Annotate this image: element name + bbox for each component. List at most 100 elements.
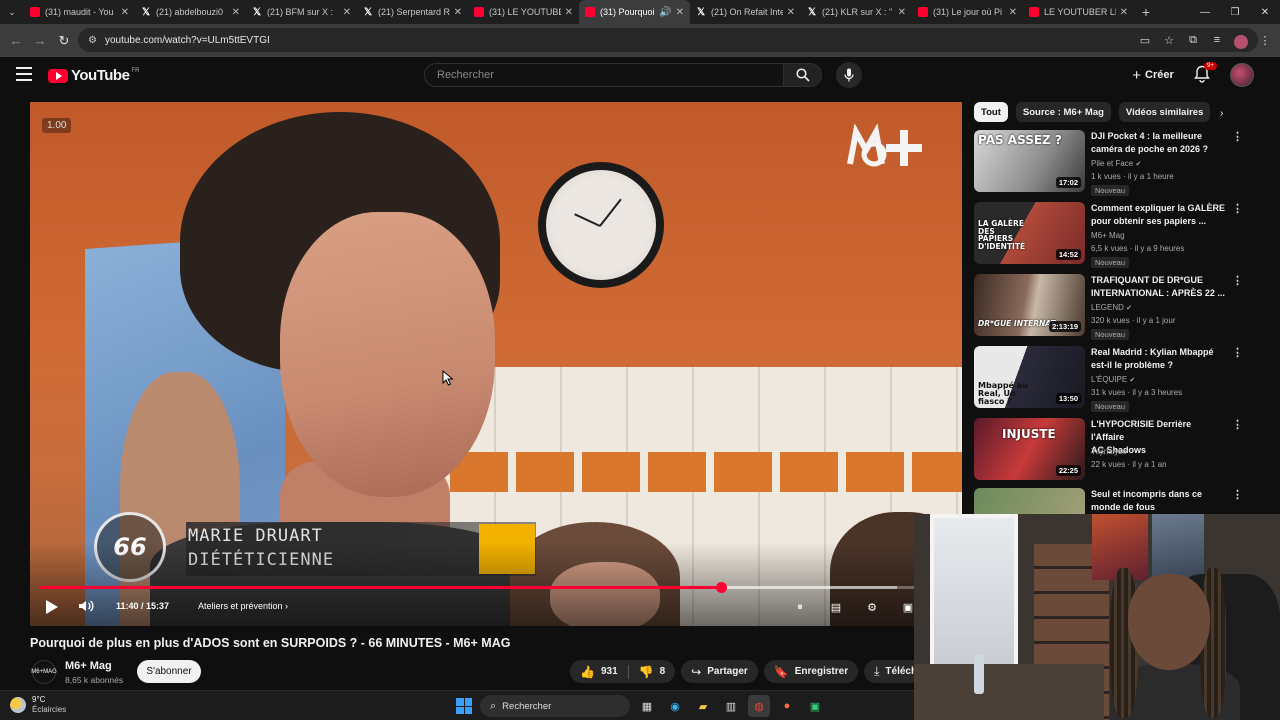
url-field[interactable]: ⚙ youtube.com/watch?v=ULm5ttEVTGI — [78, 28, 1258, 52]
like-button[interactable]: 👍 931 — [570, 660, 628, 683]
tab-close-icon[interactable]: ✕ — [787, 7, 795, 18]
reload-icon[interactable]: ↻ — [52, 33, 76, 49]
video-thumbnail[interactable]: Mbappé au Real, Un fiasco ? 13:50 — [974, 346, 1085, 408]
progress-bar[interactable] — [40, 582, 952, 593]
subtitles-icon[interactable]: ▤ — [826, 598, 846, 616]
more-options-icon[interactable]: ⋮ — [1232, 488, 1243, 501]
recommendation-item[interactable]: INJUSTE 22:25 L'HYPOCRISIE Derrière l'Af… — [974, 418, 1244, 482]
save-button[interactable]: 🔖 Enregistrer — [763, 660, 859, 683]
recommendation-item[interactable]: DR*GUE INTERNAT 2:13:19 TRAFIQUANT DE DR… — [974, 274, 1244, 340]
more-options-icon[interactable]: ⋮ — [1232, 418, 1243, 431]
more-options-icon[interactable]: ⋮ — [1232, 202, 1243, 215]
browser-tab[interactable]: (31) maudit - You ✕ — [24, 0, 135, 24]
play-icon[interactable] — [46, 600, 58, 614]
autoplay-toggle-icon[interactable]: ⏸ — [790, 598, 810, 616]
browser-tab-active[interactable]: (31) Pourquoi 🔊 ✕ — [579, 0, 690, 24]
youtube-logo[interactable]: YouTube FR — [48, 67, 139, 84]
browser-tab[interactable]: 𝕏 (21) Serpentard R ✕ — [357, 0, 468, 24]
cast-icon[interactable]: ▭ — [1136, 30, 1154, 50]
restore-icon[interactable]: ❐ — [1220, 0, 1250, 24]
settings-gear-icon[interactable]: ⚙ — [862, 598, 882, 616]
screen: ⌄ (31) maudit - You ✕ 𝕏 (21) abdelbouzi0 ✕ … — [0, 0, 1280, 720]
edge-browser-icon[interactable]: ◉ — [664, 695, 686, 717]
tab-close-icon[interactable]: ✕ — [676, 7, 684, 18]
taskbar-search[interactable]: ⌕ Rechercher — [480, 695, 630, 717]
forward-icon[interactable]: → — [28, 33, 52, 48]
bookmark-star-icon[interactable]: ☆ — [1160, 30, 1178, 50]
recommendation-item[interactable]: PAS ASSEZ ? 17:02 DJI Pocket 4 : la meil… — [974, 130, 1244, 196]
new-tab-button[interactable]: + — [1134, 4, 1158, 20]
profile-avatar[interactable] — [1232, 30, 1250, 50]
browser-tab[interactable]: (31) Le jour où Pi ✕ — [912, 0, 1023, 24]
tab-close-icon[interactable]: ✕ — [232, 7, 240, 18]
browser-tab[interactable]: 𝕏 (21) KLR sur X : " ✕ — [801, 0, 912, 24]
tab-close-icon[interactable]: ✕ — [1120, 7, 1128, 18]
media-controls-icon[interactable]: ≡ — [1208, 30, 1226, 50]
browser-tab[interactable]: 𝕏 (21) On Refait Inte ✕ — [690, 0, 801, 24]
more-options-icon[interactable]: ⋮ — [1232, 274, 1243, 287]
recommendation-channel[interactable]: L'ÉQUIPE ✔ — [1091, 375, 1135, 384]
tab-close-icon[interactable]: ✕ — [121, 7, 129, 18]
chip-similar[interactable]: Vidéos similaires — [1118, 102, 1211, 122]
browser-tab[interactable]: (31) LE YOUTUBE ✕ — [468, 0, 579, 24]
filter-chips: Tout Source : M6+ Mag Vidéos similaires — [974, 102, 1211, 122]
channel-avatar[interactable]: M6+MAG — [31, 660, 57, 684]
site-info-icon[interactable]: ⚙ — [88, 35, 97, 46]
store-icon[interactable]: ▥ — [720, 695, 742, 717]
video-thumbnail[interactable]: INJUSTE 22:25 — [974, 418, 1085, 480]
recommendation-item[interactable]: Mbappé au Real, Un fiasco ? 13:50 Real M… — [974, 346, 1244, 412]
chip-source[interactable]: Source : M6+ Mag — [1015, 102, 1111, 122]
recommendation-item[interactable]: Seul et incompris dans ce monde de fous ⋮ — [974, 488, 1244, 514]
notifications-button[interactable]: 9+ — [1194, 62, 1217, 85]
tab-close-icon[interactable]: ✕ — [343, 7, 351, 18]
browser-tab[interactable]: LE YOUTUBER LE ✕ — [1023, 0, 1134, 24]
account-avatar[interactable] — [1230, 63, 1254, 87]
search-button[interactable] — [784, 63, 822, 87]
video-thumbnail[interactable]: DR*GUE INTERNAT 2:13:19 — [974, 274, 1085, 336]
app-icon[interactable]: ▣ — [804, 695, 826, 717]
weather-widget[interactable]: 9°C Éclaircies — [10, 695, 66, 715]
firefox-icon[interactable]: ● — [776, 695, 798, 717]
tab-close-icon[interactable]: ✕ — [454, 7, 462, 18]
dislike-button[interactable]: 👎 8 — [629, 660, 676, 683]
file-explorer-icon[interactable]: ▰ — [692, 695, 714, 717]
video-player[interactable]: 1.00 66 MARIE DRUART DIÉTÉTICIENNE 11:40… — [30, 102, 962, 626]
channel-name[interactable]: M6+ Mag — [65, 660, 112, 672]
browser-menu-icon[interactable]: ⋮ — [1256, 30, 1274, 50]
recommendation-channel[interactable]: M6+ Mag — [1091, 231, 1125, 240]
task-view-icon[interactable]: ▦ — [636, 695, 658, 717]
close-window-icon[interactable]: ✕ — [1250, 0, 1280, 24]
chrome-icon[interactable]: ◍ — [748, 695, 770, 717]
speaker-icon[interactable]: 🔊 — [659, 7, 671, 18]
minimize-icon[interactable]: — — [1190, 0, 1220, 24]
voice-search-button[interactable] — [836, 62, 862, 88]
browser-tab[interactable]: 𝕏 (21) abdelbouzi0 ✕ — [135, 0, 246, 24]
extensions-icon[interactable]: ⧉ — [1184, 30, 1202, 50]
chevron-right-icon[interactable]: › — [1220, 108, 1223, 119]
more-options-icon[interactable]: ⋮ — [1232, 346, 1243, 359]
browser-tab[interactable]: 𝕏 (21) BFM sur X : ✕ — [246, 0, 357, 24]
video-thumbnail[interactable]: PAS ASSEZ ? 17:02 — [974, 130, 1085, 192]
more-options-icon[interactable]: ⋮ — [1232, 130, 1243, 143]
search-input[interactable]: Rechercher — [424, 63, 784, 87]
video-thumbnail[interactable] — [974, 488, 1085, 514]
chapter-button[interactable]: Ateliers et prévention › — [198, 601, 288, 611]
recommendation-channel[interactable]: Pile et Face ✔ — [1091, 159, 1141, 168]
recommendation-channel[interactable]: Yajinalyse — [1091, 447, 1127, 456]
back-icon[interactable]: ← — [4, 33, 28, 48]
recommendation-channel[interactable]: LEGEND ✔ — [1091, 303, 1132, 312]
recommendation-item[interactable]: LA GALÈRE DES PAPIERS D'IDENTITÉ 14:52 C… — [974, 202, 1244, 268]
volume-icon[interactable] — [78, 598, 94, 614]
create-button[interactable]: + Créer — [1126, 63, 1180, 87]
tab-close-icon[interactable]: ✕ — [1009, 7, 1017, 18]
windows-start-icon[interactable] — [456, 698, 472, 714]
tab-close-icon[interactable]: ✕ — [898, 7, 906, 18]
subscribe-button[interactable]: S'abonner — [137, 660, 201, 683]
chip-all[interactable]: Tout — [974, 102, 1008, 122]
menu-hamburger-icon[interactable] — [16, 67, 32, 81]
share-button[interactable]: ↪ Partager — [681, 660, 758, 683]
new-badge: Nouveau — [1091, 185, 1130, 196]
tab-close-icon[interactable]: ✕ — [565, 7, 573, 18]
tab-search-icon[interactable]: ⌄ — [0, 0, 24, 24]
video-thumbnail[interactable]: LA GALÈRE DES PAPIERS D'IDENTITÉ 14:52 — [974, 202, 1085, 264]
